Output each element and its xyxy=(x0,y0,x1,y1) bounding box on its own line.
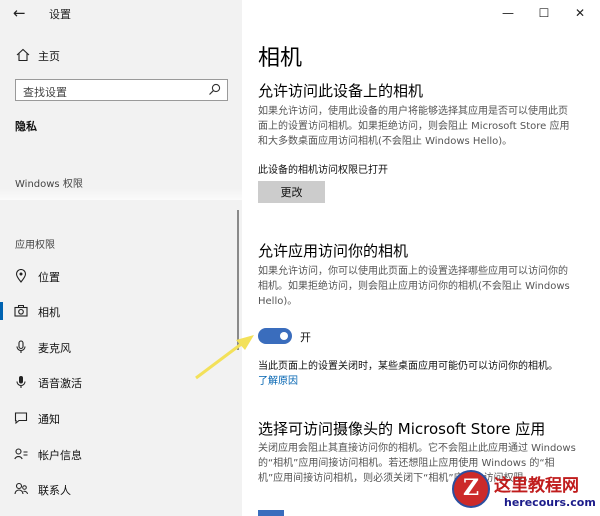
window-controls: — ☐ ✕ xyxy=(490,0,600,28)
section-description: 如果允许访问，使用此设备的用户将能够选择其应用是否可以使用此页面上的设置访问相机… xyxy=(258,106,570,147)
watermark: Z 这里教程网 herecours.com xyxy=(452,468,600,516)
sidebar-item-label: 语音激活 xyxy=(38,377,82,390)
location-icon xyxy=(15,269,27,283)
close-icon[interactable]: ✕ xyxy=(570,4,590,22)
section-heading: 选择可访问摄像头的 Microsoft Store 应用 xyxy=(258,420,546,438)
sidebar-item-label: 帐户信息 xyxy=(38,449,82,462)
sidebar-item-camera[interactable]: 相机 xyxy=(0,297,236,325)
toggle-knob xyxy=(280,332,288,340)
sidebar-item-account-info[interactable]: 帐户信息 xyxy=(0,440,236,468)
group-header-app: 应用权限 xyxy=(15,240,55,251)
voice-activation-icon xyxy=(16,376,26,388)
sidebar-scrollbar[interactable] xyxy=(237,210,239,350)
home-icon xyxy=(16,48,30,62)
microphone-icon xyxy=(16,340,26,353)
partially-visible-toggle[interactable] xyxy=(258,510,284,516)
device-access-status: 此设备的相机访问权限已打开 xyxy=(258,165,388,176)
divider xyxy=(0,188,242,200)
sidebar-item-label: 相机 xyxy=(38,306,60,319)
watermark-logo-icon: Z xyxy=(452,470,490,508)
sidebar-item-home[interactable]: 主页 xyxy=(0,44,242,68)
search-icon[interactable] xyxy=(208,83,221,96)
maximize-icon[interactable]: ☐ xyxy=(534,4,554,22)
app-title: 设置 xyxy=(49,8,71,21)
learn-why-link[interactable]: 了解原因 xyxy=(258,372,298,387)
back-arrow-icon[interactable]: ← xyxy=(13,4,31,22)
change-button[interactable]: 更改 xyxy=(258,181,325,203)
search-placeholder: 查找设置 xyxy=(23,86,67,99)
sidebar-item-label: 主页 xyxy=(38,50,60,63)
watermark-url: herecours.com xyxy=(504,496,596,509)
sidebar-item-label: 麦克风 xyxy=(38,342,71,355)
sidebar: ← 设置 主页 查找设置 隐私 Windows 权限 应用权限 位置 相机 麦克… xyxy=(0,0,242,516)
main-content: — ☐ ✕ 相机 允许访问此设备上的相机 如果允许访问，使用此设备的用户将能够选… xyxy=(242,0,600,516)
contacts-icon xyxy=(14,482,28,495)
account-info-icon xyxy=(14,448,28,460)
section-heading: 允许访问此设备上的相机 xyxy=(258,82,424,100)
sidebar-item-location[interactable]: 位置 xyxy=(0,262,236,290)
sidebar-item-label: 联系人 xyxy=(38,484,71,497)
section-description: 如果允许访问，你可以使用此页面上的设置选择哪些应用可以访问你的相机。如果拒绝访问… xyxy=(258,266,570,307)
sidebar-item-label: 位置 xyxy=(38,271,60,284)
watermark-title: 这里教程网 xyxy=(494,476,579,496)
annotation-arrow-icon xyxy=(195,335,254,380)
notification-icon xyxy=(14,412,28,425)
sidebar-item-notifications[interactable]: 通知 xyxy=(0,404,236,432)
toggle-state-label: 开 xyxy=(300,331,311,344)
watermark-logo-letter: Z xyxy=(462,475,480,501)
minimize-icon[interactable]: — xyxy=(498,4,518,22)
section-heading: 允许应用访问你的相机 xyxy=(258,242,409,260)
title-bar: ← 设置 xyxy=(0,0,242,28)
app-camera-access-toggle[interactable] xyxy=(258,328,292,344)
search-input[interactable]: 查找设置 xyxy=(15,79,228,101)
camera-icon xyxy=(14,305,28,317)
section-title: 隐私 xyxy=(15,120,37,133)
sidebar-item-contacts[interactable]: 联系人 xyxy=(0,475,236,503)
sidebar-item-label: 通知 xyxy=(38,413,60,426)
desktop-apps-note: 当此页面上的设置关闭时，某些桌面应用可能仍可以访问你的相机。 xyxy=(258,361,558,372)
page-title: 相机 xyxy=(258,46,303,71)
active-indicator xyxy=(0,302,3,320)
